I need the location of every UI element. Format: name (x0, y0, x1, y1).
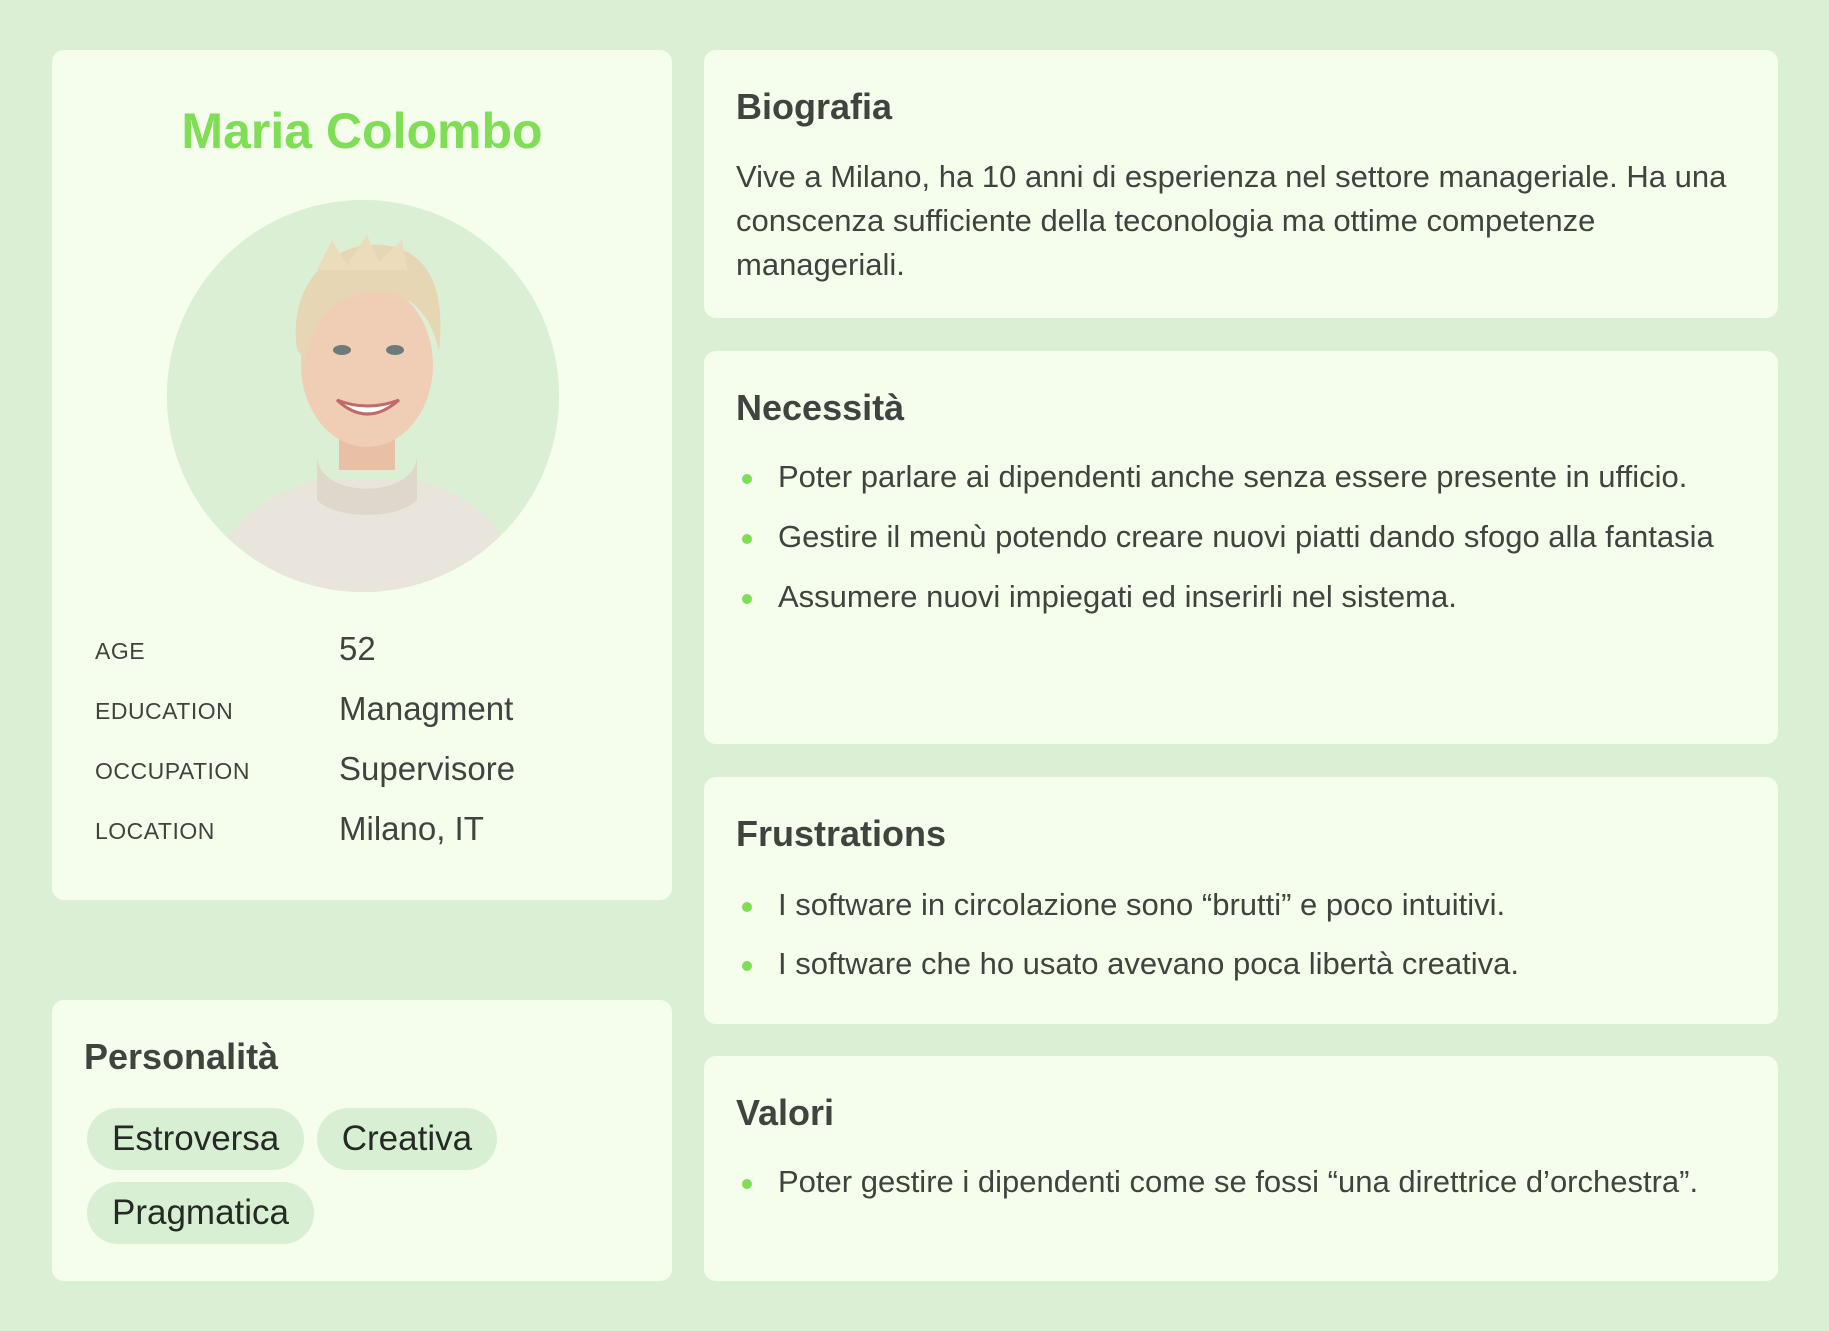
list-item-text: Assumere nuovi impiegati ed inserirli ne… (778, 579, 1457, 614)
info-value: Milano, IT (339, 810, 484, 847)
bullet-icon (742, 474, 752, 484)
list-item: Assumere nuovi impiegati ed inserirli ne… (736, 575, 1746, 619)
frustrations-title: Frustrations (736, 813, 947, 854)
avatar-photo (167, 200, 559, 592)
trait-chip: Estroversa (87, 1108, 305, 1170)
info-label: AGE (95, 638, 146, 664)
values-list: Poter gestire i dipendenti come se fossi… (736, 1160, 1746, 1204)
values-card: Valori Poter gestire i dipendenti come s… (704, 1056, 1778, 1281)
bullet-icon (742, 594, 752, 604)
list-item-text: Gestire il menù potendo creare nuovi pia… (778, 519, 1714, 554)
info-label: OCCUPATION (95, 758, 250, 784)
values-title: Valori (736, 1092, 835, 1133)
needs-title: Necessità (736, 387, 905, 428)
info-row-occupation: OCCUPATION Supervisore (95, 748, 652, 788)
list-item: Poter parlare ai dipendenti anche senza … (736, 455, 1746, 499)
info-value: 52 (339, 630, 376, 667)
list-item: Gestire il menù potendo creare nuovi pia… (736, 515, 1746, 559)
info-label: EDUCATION (95, 698, 234, 724)
avatar (167, 200, 559, 592)
frustrations-list: I software in circolazione sono “brutti”… (736, 883, 1746, 986)
needs-card: Necessità Poter parlare ai dipendenti an… (704, 351, 1778, 744)
personality-card: Personalità Estroversa Creativa Pragmati… (52, 1000, 672, 1281)
bio-card: Biografia Vive a Milano, ha 10 anni di e… (704, 50, 1778, 318)
info-value: Managment (339, 690, 514, 727)
info-row-location: LOCATION Milano, IT (95, 808, 652, 848)
bio-text: Vive a Milano, ha 10 anni di esperienza … (736, 159, 1727, 282)
list-item-text: Poter parlare ai dipendenti anche senza … (778, 459, 1688, 494)
list-item-text: I software in circolazione sono “brutti”… (778, 887, 1506, 922)
info-row-education: EDUCATION Managment (95, 688, 652, 728)
info-value: Supervisore (339, 750, 516, 787)
list-item-text: I software che ho usato avevano poca lib… (778, 946, 1519, 981)
bullet-icon (742, 902, 752, 912)
trait-chips: Estroversa Creativa Pragmatica (87, 1108, 627, 1256)
trait-chip: Pragmatica (87, 1182, 315, 1244)
frustrations-card: Frustrations I software in circolazione … (704, 777, 1778, 1024)
bio-title: Biografia (736, 86, 893, 127)
bullet-icon (742, 534, 752, 544)
bullet-icon (742, 1179, 752, 1189)
list-item: I software in circolazione sono “brutti”… (736, 883, 1746, 927)
persona-name: Maria Colombo (181, 103, 543, 159)
list-item: Poter gestire i dipendenti come se fossi… (736, 1160, 1746, 1204)
needs-list: Poter parlare ai dipendenti anche senza … (736, 455, 1746, 619)
list-item-text: Poter gestire i dipendenti come se fossi… (778, 1164, 1699, 1199)
info-row-age: AGE 52 (95, 628, 652, 668)
profile-card: Maria Colombo AGE 52 EDUCATION Managment (52, 50, 672, 900)
info-label: LOCATION (95, 818, 215, 844)
trait-chip: Creativa (316, 1108, 498, 1170)
bullet-icon (742, 961, 752, 971)
list-item: I software che ho usato avevano poca lib… (736, 942, 1746, 986)
personality-title: Personalità (84, 1036, 279, 1077)
